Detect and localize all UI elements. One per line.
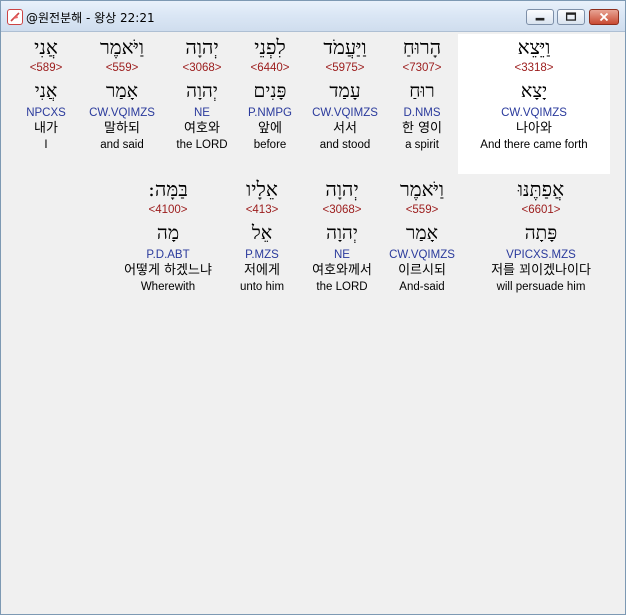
english-gloss: and said [100, 139, 144, 151]
interlinear-panel: וַיֵּצֵא <3318> יָצָא CW.VQIMZS 나아와 And … [9, 32, 619, 606]
title-bar[interactable]: @원전분해 - 왕상 22:21 [1, 1, 625, 32]
korean-gloss: 내가 [34, 121, 58, 136]
morph-code: CW.VQIMZS [501, 107, 567, 119]
app-window: @원전분해 - 왕상 22:21 וַיֵּצֵא <3318> יָצָא C… [0, 0, 626, 615]
korean-gloss: 저를 꾀이겠나이다 [491, 263, 591, 278]
hebrew-word: בַּמָּה: [148, 177, 188, 201]
hebrew-word: וַיֹּאמֶר [99, 35, 145, 59]
hebrew-word: וַיֹּאמֶר [399, 177, 445, 201]
strong-number[interactable]: <7307> [384, 60, 460, 76]
word-card[interactable]: וַיֹּאמֶר <559> אָמַר CW.VQIMZS 말하되 and … [84, 34, 160, 152]
korean-gloss: 서서 [333, 121, 357, 136]
strong-number[interactable]: <5975> [307, 60, 383, 76]
korean-gloss: 한 영이 [401, 121, 442, 136]
strong-number[interactable]: <3318> [458, 60, 610, 76]
morph-code: P.MZS [245, 249, 279, 261]
hebrew-lemma: רוּחַ [409, 80, 435, 102]
maximize-icon [565, 12, 577, 21]
hebrew-lemma: פָּתָה [524, 222, 558, 244]
app-feather-icon[interactable] [7, 9, 23, 25]
korean-gloss: 여호와께서 [312, 263, 372, 278]
strong-number[interactable]: <589> [11, 60, 81, 76]
hebrew-lemma: יְהוָה [326, 222, 358, 244]
close-icon [599, 12, 609, 22]
hebrew-word: וַיַּעֲמֹד [323, 35, 367, 59]
korean-gloss: 말하되 [104, 121, 140, 136]
morph-code: VPICXS.MZS [506, 249, 576, 261]
english-gloss: And there came forth [480, 139, 588, 151]
word-card[interactable]: אֵלָיו <413> אֵל P.MZS 저에게 unto him [224, 176, 300, 294]
window-title: @원전분해 - 왕상 22:21 [26, 11, 155, 25]
maximize-button[interactable] [557, 9, 585, 25]
morph-code: CW.VQIMZS [389, 249, 455, 261]
strong-number[interactable]: <6601> [473, 202, 609, 218]
hebrew-lemma: אֵל [251, 222, 273, 244]
word-card[interactable]: בַּמָּה: <4100> מָה P.D.ABT 어떻게 하겠느냐 Whe… [115, 176, 221, 294]
word-card[interactable]: וַיַּעֲמֹד <5975> עָמַד CW.VQIMZS 서서 and… [307, 34, 383, 152]
word-card[interactable]: יְהוָה <3068> יְהוָה NE 여호와께서 the LORD [302, 176, 382, 294]
word-card[interactable]: יְהוָה <3068> יְהוָה NE 여호와 the LORD [164, 34, 240, 152]
hebrew-lemma: אָמַר [406, 222, 438, 244]
word-card[interactable]: הָרוּחַ <7307> רוּחַ D.NMS 한 영이 a spirit [384, 34, 460, 152]
strong-number[interactable]: <413> [224, 202, 300, 218]
morph-code: NE [194, 107, 210, 119]
english-gloss: And-said [399, 281, 445, 293]
hebrew-word: אֲנִי [34, 35, 58, 59]
strong-number[interactable]: <3068> [164, 60, 240, 76]
minimize-button[interactable] [526, 9, 554, 25]
english-gloss: will persuade him [496, 281, 586, 293]
strong-number[interactable]: <6440> [232, 60, 308, 76]
english-gloss: the LORD [176, 139, 228, 151]
strong-number[interactable]: <559> [84, 60, 160, 76]
korean-gloss: 여호와 [184, 121, 220, 136]
word-card[interactable]: אֲפַתֶּנּוּ <6601> פָּתָה VPICXS.MZS 저를 … [473, 176, 609, 294]
word-card[interactable]: אֲנִי <589> אֲנִי NPCXS 내가 I [11, 34, 81, 152]
word-card[interactable]: לִפְנֵי <6440> פָּנִים P.NMPG 앞에 before [232, 34, 308, 152]
english-gloss: and stood [319, 139, 371, 151]
english-gloss: the LORD [316, 281, 368, 293]
hebrew-word: וַיֵּצֵא [517, 35, 551, 59]
close-button[interactable] [589, 9, 619, 25]
hebrew-word: לִפְנֵי [254, 35, 286, 59]
word-card[interactable]: וַיֵּצֵא <3318> יָצָא CW.VQIMZS 나아와 And … [458, 34, 610, 174]
morph-code: CW.VQIMZS [312, 107, 378, 119]
english-gloss: unto him [239, 281, 285, 293]
hebrew-word: הָרוּחַ [402, 35, 442, 59]
hebrew-word: אֵלָיו [246, 177, 278, 201]
korean-gloss: 어떻게 하겠느냐 [124, 263, 212, 278]
hebrew-lemma: מָה [156, 222, 180, 244]
korean-gloss: 이르시되 [398, 263, 446, 278]
morph-code: P.NMPG [248, 107, 292, 119]
hebrew-lemma: יָצָא [520, 80, 548, 102]
hebrew-word: אֲפַתֶּנּוּ [517, 177, 565, 201]
morph-code: NE [334, 249, 350, 261]
minimize-icon [535, 17, 545, 21]
hebrew-lemma: אֲנִי [34, 80, 58, 102]
hebrew-word: יְהוָה [185, 35, 219, 59]
korean-gloss: 나아와 [516, 121, 552, 136]
morph-code: NPCXS [26, 107, 66, 119]
strong-number[interactable]: <4100> [115, 202, 221, 218]
morph-code: P.D.ABT [146, 249, 190, 261]
strong-number[interactable]: <3068> [302, 202, 382, 218]
english-gloss: Wherewith [140, 281, 196, 293]
english-gloss: a spirit [405, 139, 439, 151]
morph-code: D.NMS [403, 107, 441, 119]
hebrew-word: יְהוָה [325, 177, 359, 201]
morph-code: CW.VQIMZS [89, 107, 155, 119]
english-gloss: I [44, 139, 48, 151]
hebrew-lemma: יְהוָה [186, 80, 218, 102]
korean-gloss: 저에게 [244, 263, 280, 278]
hebrew-lemma: עָמַד [329, 80, 361, 102]
hebrew-lemma: פָּנִים [253, 80, 287, 102]
korean-gloss: 앞에 [258, 121, 282, 136]
hebrew-lemma: אָמַר [106, 80, 138, 102]
word-card[interactable]: וַיֹּאמֶר <559> אָמַר CW.VQIMZS 이르시되 And… [384, 176, 460, 294]
english-gloss: before [253, 139, 287, 151]
strong-number[interactable]: <559> [384, 202, 460, 218]
